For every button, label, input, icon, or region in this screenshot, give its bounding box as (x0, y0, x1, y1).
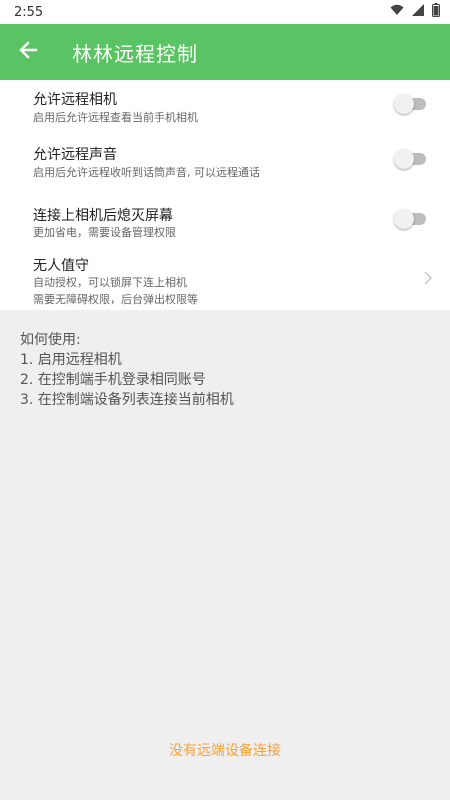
status-icons (390, 3, 440, 21)
howto-step: 1. 启用远程相机 (20, 352, 122, 368)
toggle-thumb (394, 209, 414, 229)
setting-screen-off[interactable]: 连接上相机后熄灭屏幕 更加省电，需要设备管理权限 (0, 196, 450, 254)
howto-step: 2. 在控制端手机登录相同账号 (20, 372, 206, 388)
setting-title: 允许远程相机 (33, 92, 117, 108)
toggle-thumb (394, 149, 414, 169)
remote-camera-toggle[interactable] (394, 93, 428, 115)
chevron-right-icon (424, 270, 432, 289)
status-bar: 2:55 (0, 0, 450, 24)
arrow-left-icon (18, 40, 38, 64)
setting-subtitle: 启用后允许远程收听到话筒声音, 可以远程通话 (33, 166, 260, 179)
page-title: 林林远程控制 (72, 41, 198, 66)
howto-step: 3. 在控制端设备列表连接当前相机 (20, 392, 234, 408)
setting-title: 允许远程声音 (33, 147, 117, 163)
connection-status: 没有远端设备连接 (169, 743, 281, 759)
setting-title: 无人值守 (33, 258, 89, 274)
status-time: 2:55 (14, 4, 44, 20)
signal-icon (412, 4, 424, 20)
app-bar: 林林远程控制 (0, 24, 450, 80)
setting-unattended[interactable]: 无人值守 自动授权，可以锁屏下连上相机 需要无障碍权限，后台弹出权限等 (0, 254, 450, 310)
setting-subtitle: 更加省电，需要设备管理权限 (33, 226, 176, 239)
howto-heading: 如何使用: (20, 332, 81, 348)
back-button[interactable] (0, 24, 56, 80)
howto-section: 如何使用: 1. 启用远程相机 2. 在控制端手机登录相同账号 3. 在控制端设… (20, 330, 430, 410)
setting-title: 连接上相机后熄灭屏幕 (33, 208, 173, 224)
wifi-icon (390, 4, 404, 20)
remote-sound-toggle[interactable] (394, 148, 428, 170)
toggle-thumb (394, 94, 414, 114)
setting-subtitle: 启用后允许远程查看当前手机相机 (33, 111, 198, 124)
screen-off-toggle[interactable] (394, 208, 428, 230)
battery-icon (432, 3, 440, 21)
setting-remote-camera[interactable]: 允许远程相机 启用后允许远程查看当前手机相机 (0, 80, 450, 136)
settings-panel: 允许远程相机 启用后允许远程查看当前手机相机 允许远程声音 启用后允许远程收听到… (0, 80, 450, 310)
setting-remote-sound[interactable]: 允许远程声音 启用后允许远程收听到话筒声音, 可以远程通话 (0, 136, 450, 196)
setting-subtitle: 自动授权，可以锁屏下连上相机 (33, 276, 187, 289)
setting-subtitle-2: 需要无障碍权限，后台弹出权限等 (33, 293, 198, 306)
